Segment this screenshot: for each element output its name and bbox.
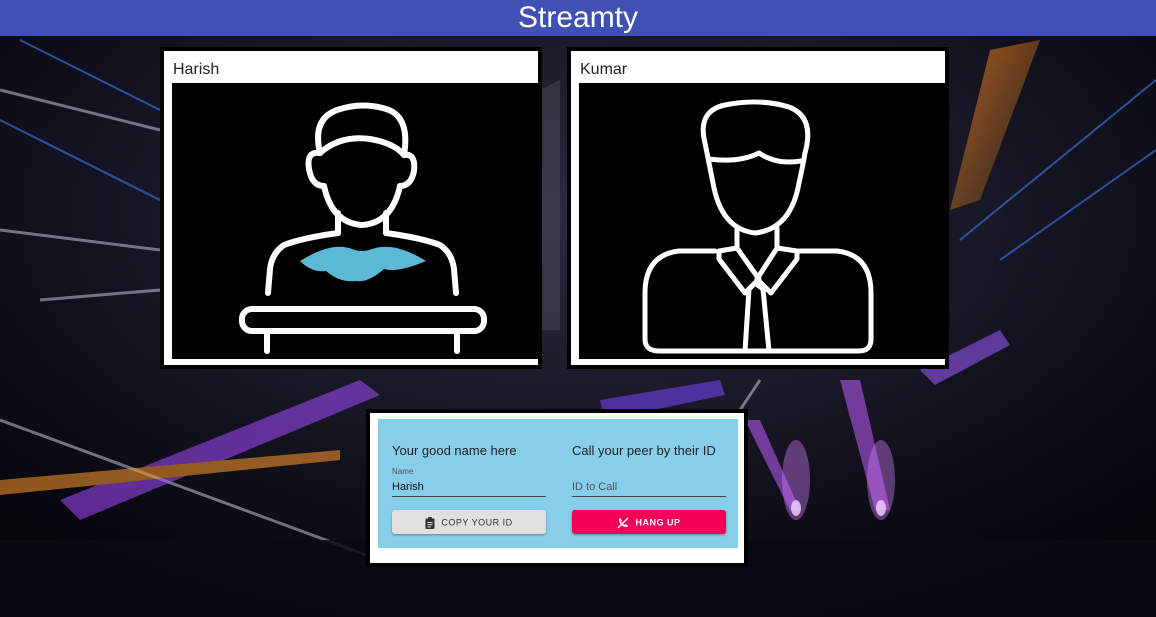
local-video-name: Harish [173, 61, 220, 78]
call-controls-panel: Your good name here Name Harish COPY YOU… [366, 409, 748, 567]
app-title: Streamty [517, 1, 639, 34]
name-section-title: Your good name here [392, 443, 517, 458]
hang-up-button[interactable]: HANG UP [572, 510, 726, 534]
local-video-card: Harish [160, 47, 542, 369]
id-to-call-input[interactable] [572, 479, 726, 495]
copy-id-button-label: COPY YOUR ID [441, 517, 513, 528]
remote-video-name: Kumar [580, 61, 628, 78]
app-bar: Streamty [0, 0, 1156, 36]
call-section-title: Call your peer by their ID [572, 443, 716, 458]
person-icon [239, 102, 487, 354]
name-field-underline [392, 496, 546, 497]
hang-up-button-label: HANG UP [635, 517, 681, 528]
remote-video-card: Kumar [567, 47, 949, 369]
name-field[interactable]: Harish [392, 481, 424, 493]
businessman-icon [642, 99, 874, 354]
id-field-underline [572, 496, 726, 497]
copy-id-button[interactable]: COPY YOUR ID [392, 510, 546, 534]
local-video [172, 83, 538, 359]
call-end-icon [617, 517, 629, 529]
call-controls-inner: Your good name here Name Harish COPY YOU… [378, 419, 738, 548]
remote-video [579, 83, 945, 359]
name-field-label: Name [392, 467, 414, 476]
clipboard-icon [425, 516, 435, 529]
